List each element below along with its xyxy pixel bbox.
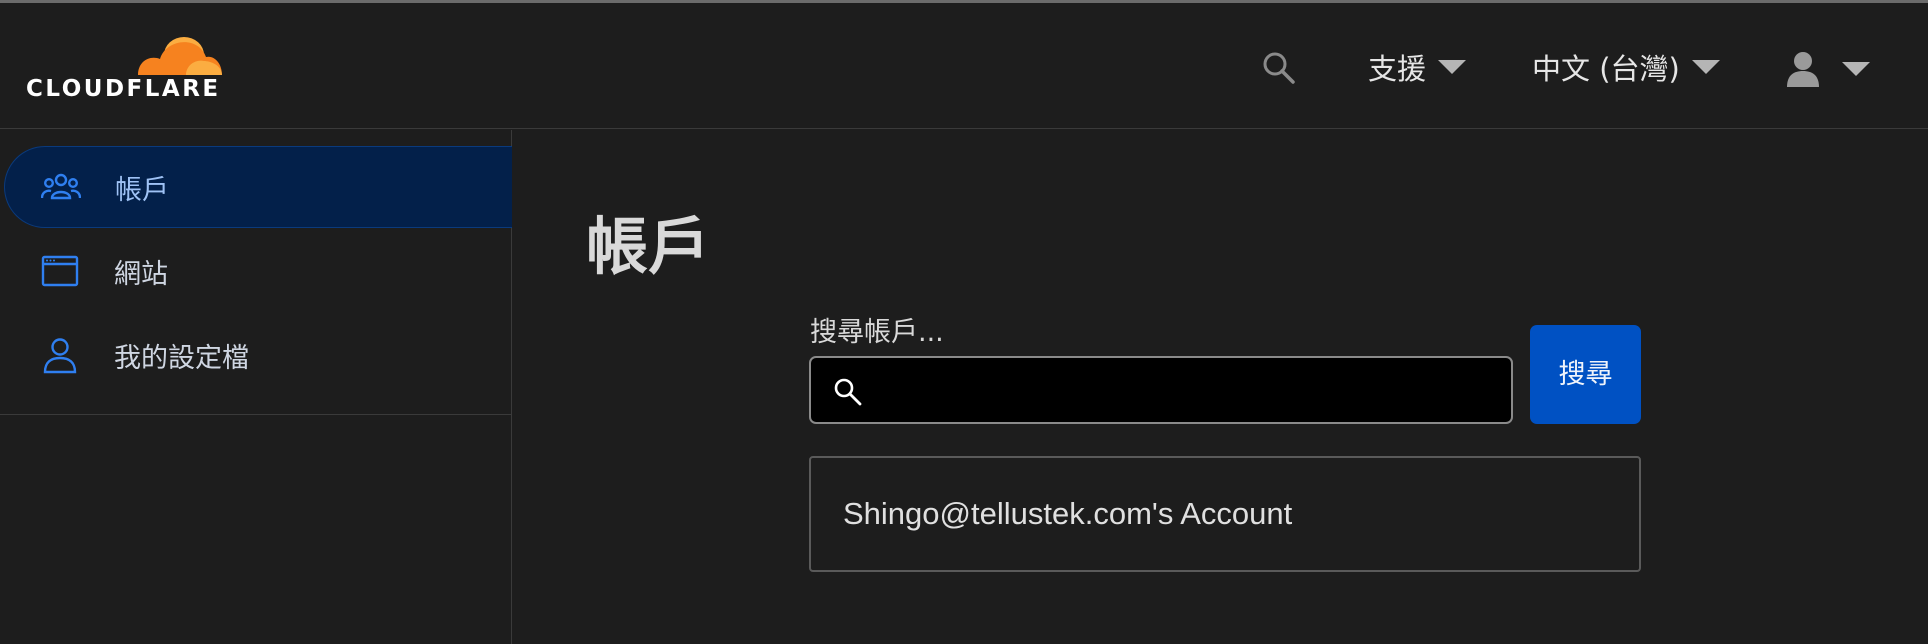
account-name: Shingo@tellustek.com's Account (843, 496, 1293, 531)
support-label: 支援 (1368, 52, 1427, 86)
sidebar: 帳戶 網站 我的設定檔 (0, 130, 512, 644)
account-search-field[interactable] (809, 356, 1513, 424)
sidebar-item-profile[interactable]: 我的設定檔 (0, 314, 512, 396)
language-label: 中文 (台灣) (1532, 52, 1680, 86)
browser-window-icon (41, 255, 79, 287)
sidebar-item-label: 網站 (114, 258, 168, 290)
user-menu[interactable] (1786, 51, 1870, 87)
top-header: CLOUDFLARE 支援 中文 (台灣) (0, 3, 1928, 129)
sidebar-item-label: 我的設定檔 (114, 342, 249, 374)
page-title: 帳戶 (586, 210, 711, 283)
user-avatar-icon (1787, 52, 1819, 87)
sidebar-item-websites[interactable]: 網站 (0, 230, 512, 312)
account-search-input[interactable] (879, 366, 1499, 414)
support-menu[interactable]: 支援 (1368, 47, 1467, 87)
users-icon (41, 173, 81, 200)
sidebar-item-label: 帳戶 (115, 174, 169, 206)
chevron-down-icon (1438, 60, 1467, 74)
account-list-item[interactable]: Shingo@tellustek.com's Account (809, 456, 1641, 572)
header-search-icon[interactable] (1262, 51, 1296, 85)
logo-text: CLOUDFLARE (26, 76, 221, 102)
language-menu[interactable]: 中文 (台灣) (1532, 47, 1720, 87)
search-label: 搜尋帳戶... (810, 317, 944, 348)
chevron-down-icon (1842, 62, 1870, 76)
user-profile-icon (43, 338, 77, 374)
search-button[interactable]: 搜尋 (1530, 325, 1641, 424)
sidebar-item-accounts[interactable]: 帳戶 (4, 146, 512, 228)
chevron-down-icon (1691, 60, 1720, 74)
sidebar-divider (0, 414, 512, 415)
search-icon (834, 378, 862, 406)
